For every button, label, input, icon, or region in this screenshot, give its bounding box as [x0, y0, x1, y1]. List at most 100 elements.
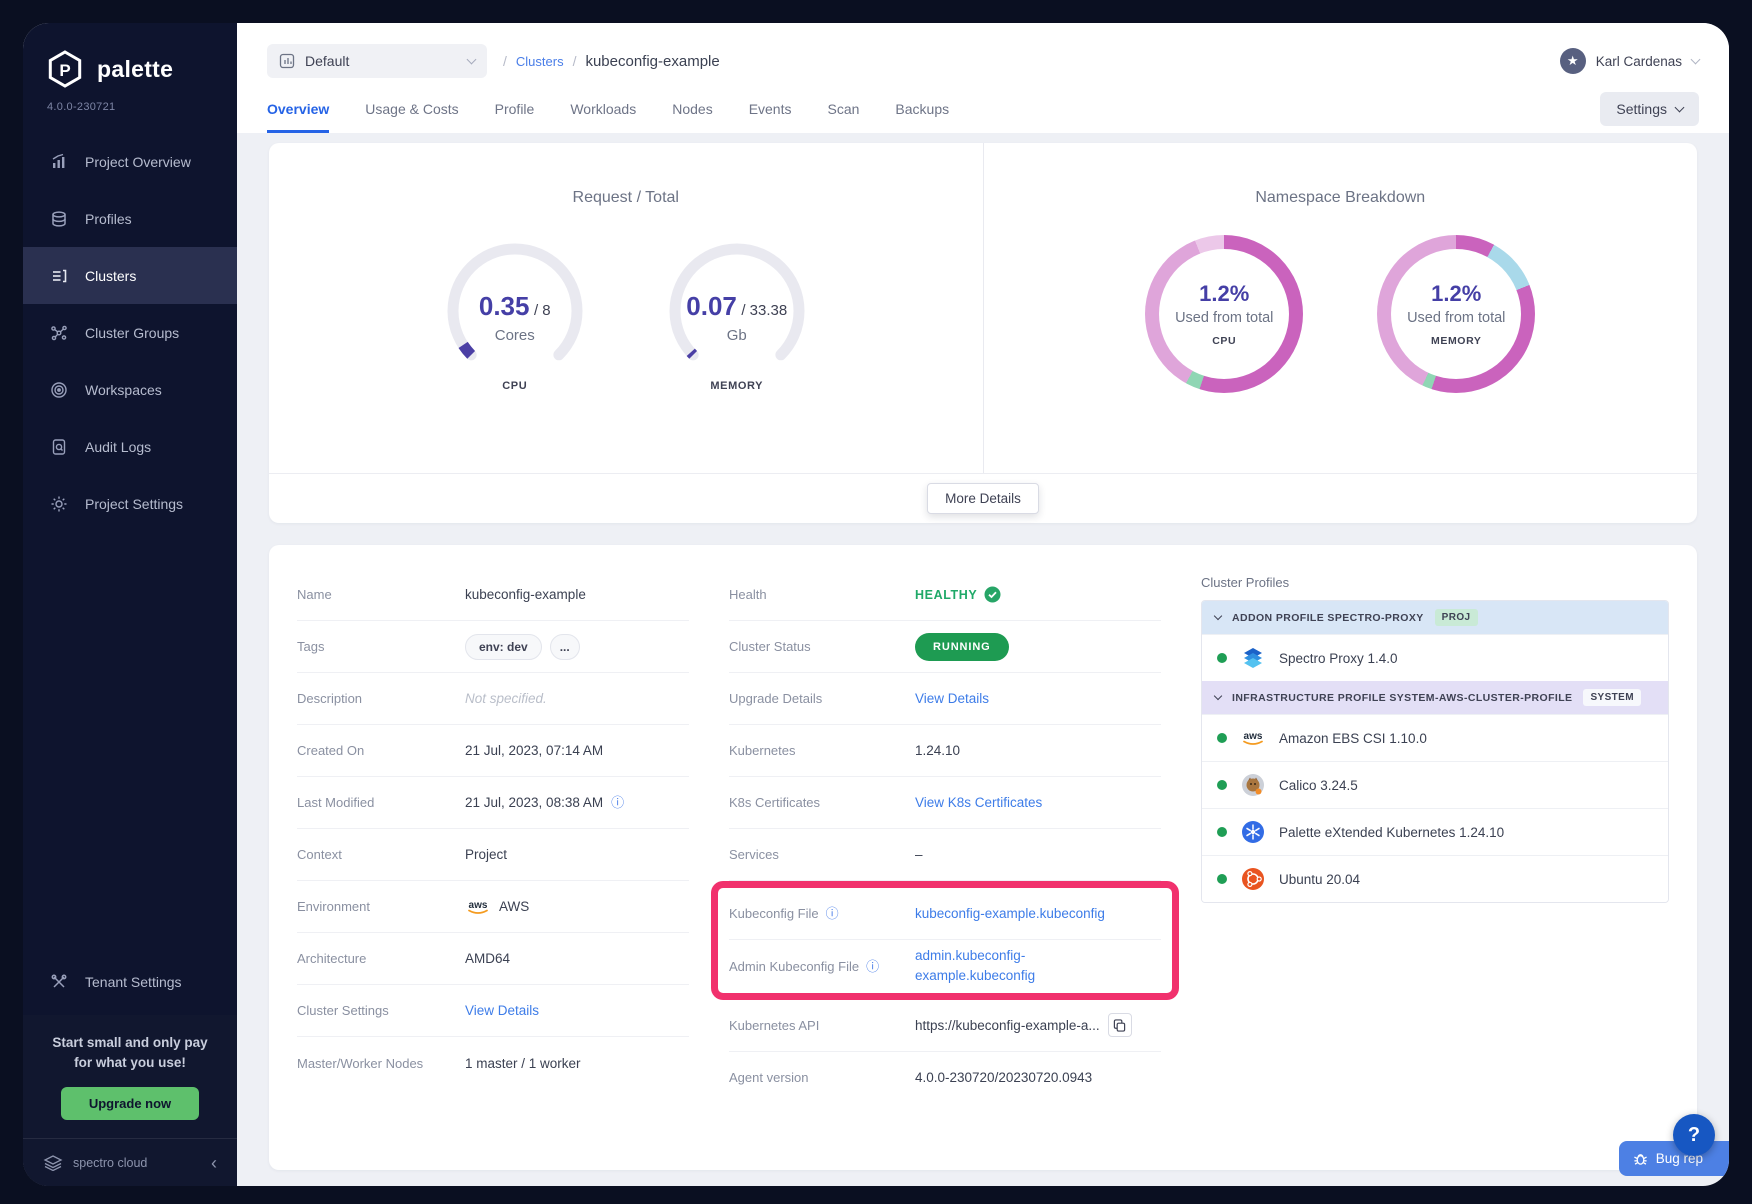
- tab-workloads[interactable]: Workloads: [570, 85, 636, 133]
- sidebar-item-label: Project Overview: [85, 154, 191, 170]
- detail-row-health: Health HEALTHY: [729, 569, 1161, 621]
- tags-more-chip[interactable]: ...: [550, 634, 580, 660]
- svg-text:aws: aws: [469, 900, 488, 911]
- detail-row-k8s-certificates: K8s Certificates View K8s Certificates: [729, 777, 1161, 829]
- sidebar-item-label: Cluster Groups: [85, 325, 179, 341]
- tab-overview[interactable]: Overview: [267, 85, 329, 133]
- kubeconfig-highlight-annotation: Kubeconfig File ⓘ kubeconfig-example.kub…: [711, 881, 1179, 1000]
- tab-usage-costs[interactable]: Usage & Costs: [365, 85, 458, 133]
- sidebar-item-clusters[interactable]: Clusters: [23, 247, 237, 304]
- user-menu[interactable]: ★ Karl Cardenas: [1560, 48, 1699, 74]
- sidebar-item-cluster-groups[interactable]: Cluster Groups: [23, 304, 237, 361]
- detail-label: K8s Certificates: [729, 795, 915, 810]
- breadcrumb-separator: /: [503, 53, 507, 69]
- cpu-gauge: 0.35 / 8 Cores CPU: [432, 235, 598, 392]
- info-icon[interactable]: ⓘ: [866, 960, 879, 973]
- request-total-panel: Request / Total 0.35 / 8 Cores: [269, 143, 984, 473]
- sidebar-item-project-settings[interactable]: Project Settings: [23, 475, 237, 532]
- profile-pack-palette-extended-kubernetes[interactable]: Palette eXtended Kubernetes 1.24.10: [1202, 808, 1668, 855]
- environment-value: AWS: [499, 899, 529, 914]
- cluster-name-value: kubeconfig-example: [465, 587, 586, 602]
- namespace-breakdown-title: Namespace Breakdown: [984, 189, 1698, 207]
- detail-row-upgrade-details: Upgrade Details View Details: [729, 673, 1161, 725]
- detail-label: Master/Worker Nodes: [297, 1056, 465, 1071]
- help-button[interactable]: ?: [1673, 1114, 1715, 1156]
- memory-usage-label: Used from total: [1407, 310, 1505, 326]
- detail-row-master-worker: Master/Worker Nodes 1 master / 1 worker: [297, 1037, 689, 1089]
- spectro-cloud-logo-icon: [43, 1155, 63, 1171]
- content: Request / Total 0.35 / 8 Cores: [237, 133, 1729, 1186]
- info-icon[interactable]: ⓘ: [826, 907, 839, 920]
- cluster-settings-link[interactable]: View Details: [465, 1003, 539, 1018]
- sidebar-item-tenant-settings[interactable]: Tenant Settings: [23, 954, 237, 1011]
- profile-pack-amazon-ebs-csi[interactable]: aws Amazon EBS CSI 1.10.0: [1202, 714, 1668, 761]
- namespace-breakdown-panel: Namespace Breakdown 1.2% Used from total…: [984, 143, 1698, 473]
- tab-events[interactable]: Events: [749, 85, 792, 133]
- avatar: ★: [1560, 48, 1586, 74]
- more-details-button[interactable]: More Details: [927, 483, 1039, 514]
- sidebar-item-audit-logs[interactable]: Audit Logs: [23, 418, 237, 475]
- kubeconfig-file-link[interactable]: kubeconfig-example.kubeconfig: [915, 906, 1105, 921]
- bug-report-button[interactable]: Bug rep: [1619, 1141, 1729, 1176]
- status-dot: [1217, 733, 1227, 743]
- detail-label: Health: [729, 587, 915, 602]
- detail-label: Context: [297, 847, 465, 862]
- detail-row-kubernetes-api: Kubernetes API https://kubeconfig-exampl…: [729, 1000, 1161, 1052]
- chevron-down-icon: [1214, 612, 1222, 620]
- tab-nodes[interactable]: Nodes: [672, 85, 712, 133]
- breadcrumb: / Clusters / kubeconfig-example: [503, 53, 720, 70]
- details-column-left: Name kubeconfig-example Tags env: dev ..…: [297, 569, 689, 1160]
- kubernetes-icon: [1240, 819, 1266, 845]
- detail-row-admin-kubeconfig-file: Admin Kubeconfig File ⓘ admin.kubeconfig…: [729, 940, 1161, 993]
- cpu-donut: 1.2% Used from total CPU: [1145, 235, 1303, 393]
- profile-pack-calico[interactable]: Calico 3.24.5: [1202, 761, 1668, 808]
- profile-pack-spectro-proxy[interactable]: Spectro Proxy 1.4.0: [1202, 634, 1668, 681]
- aws-icon: aws: [1240, 725, 1266, 751]
- info-icon[interactable]: ⓘ: [611, 796, 624, 809]
- sidebar-item-profiles[interactable]: Profiles: [23, 190, 237, 247]
- detail-label: Upgrade Details: [729, 691, 915, 706]
- copy-icon[interactable]: [1108, 1013, 1132, 1037]
- memory-unit: Gb: [654, 327, 820, 344]
- profile-pack-ubuntu[interactable]: Ubuntu 20.04: [1202, 855, 1668, 902]
- detail-label: Name: [297, 587, 465, 602]
- upgrade-details-link[interactable]: View Details: [915, 691, 989, 706]
- settings-button[interactable]: Settings: [1600, 92, 1699, 126]
- sidebar-collapse-icon[interactable]: ‹: [211, 1154, 217, 1172]
- sidebar-item-project-overview[interactable]: Project Overview: [23, 133, 237, 190]
- tab-scan[interactable]: Scan: [828, 85, 860, 133]
- detail-row-cluster-settings: Cluster Settings View Details: [297, 985, 689, 1037]
- sidebar-item-label: Project Settings: [85, 496, 183, 512]
- project-scope-selector[interactable]: Default: [267, 44, 487, 78]
- details-column-middle: Health HEALTHY Cluster Status RUNNING Up…: [729, 569, 1161, 1160]
- memory-donut: 1.2% Used from total MEMORY: [1377, 235, 1535, 393]
- aws-icon: aws: [465, 898, 491, 916]
- breadcrumb-current: kubeconfig-example: [585, 53, 719, 70]
- detail-label: Last Modified: [297, 795, 465, 810]
- breadcrumb-clusters-link[interactable]: Clusters: [516, 54, 564, 69]
- promo-text-line1: Start small and only pay: [43, 1033, 217, 1053]
- cluster-details-card: Name kubeconfig-example Tags env: dev ..…: [269, 545, 1697, 1170]
- upgrade-now-button[interactable]: Upgrade now: [61, 1087, 199, 1120]
- bug-icon: [1633, 1151, 1648, 1166]
- memory-donut-caption: MEMORY: [1431, 335, 1481, 347]
- tab-backups[interactable]: Backups: [895, 85, 949, 133]
- sidebar-spacer: [23, 532, 237, 954]
- health-status-value: HEALTHY: [915, 588, 977, 602]
- detail-label: Environment: [297, 899, 465, 914]
- tab-profile[interactable]: Profile: [495, 85, 535, 133]
- view-k8s-certificates-link[interactable]: View K8s Certificates: [915, 795, 1042, 810]
- context-value: Project: [465, 847, 507, 862]
- addon-profile-header[interactable]: ADDON PROFILE SPECTRO-PROXY PROJ: [1202, 601, 1668, 634]
- detail-label: Cluster Status: [729, 639, 915, 654]
- admin-kubeconfig-file-link[interactable]: admin.kubeconfig-example.kubeconfig: [915, 946, 1085, 987]
- document-search-icon: [49, 437, 69, 457]
- cpu-donut-caption: CPU: [1212, 335, 1236, 347]
- tools-icon: [49, 972, 69, 992]
- usage-overview-card: Request / Total 0.35 / 8 Cores: [269, 143, 1697, 523]
- cpu-caption: CPU: [432, 380, 598, 392]
- master-worker-value: 1 master / 1 worker: [465, 1056, 581, 1071]
- sidebar-item-workspaces[interactable]: Workspaces: [23, 361, 237, 418]
- infrastructure-profile-header[interactable]: INFRASTRUCTURE PROFILE SYSTEM-AWS-CLUSTE…: [1202, 681, 1668, 714]
- chevron-down-icon: [1214, 692, 1222, 700]
